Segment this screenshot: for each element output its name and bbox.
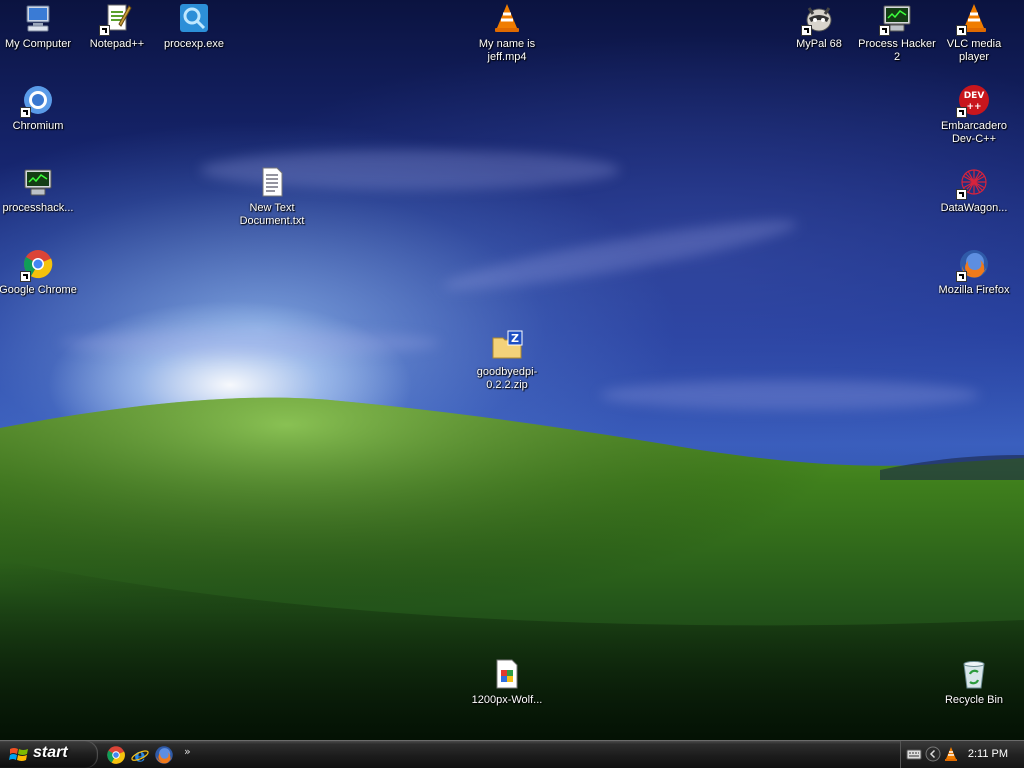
- devcpp-icon: DEV ++: [956, 84, 990, 118]
- shortcut-arrow-icon: [879, 25, 890, 36]
- computer-icon: [22, 2, 54, 34]
- icon-label: goodbyedpi-0.2.2.zip: [476, 366, 538, 391]
- keyboard-icon[interactable]: [906, 746, 922, 762]
- shortcut-arrow-icon: [20, 271, 31, 282]
- icon-label: Notepad++: [89, 38, 145, 50]
- desktop-icon-mypal[interactable]: MyPal 68: [779, 2, 859, 51]
- icon-label: Embarcadero Dev-C++: [940, 120, 1008, 145]
- show-hidden-icons-chevron[interactable]: [925, 746, 941, 762]
- icon-label: Chromium: [12, 120, 64, 132]
- svg-text:Z: Z: [511, 332, 519, 345]
- recycle-bin-icon: [958, 658, 990, 690]
- process-hacker-icon: [22, 166, 54, 198]
- firefox-icon: [155, 746, 173, 764]
- desktop-icon-google-chrome[interactable]: Google Chrome: [0, 248, 78, 297]
- desktop-icon-chromium[interactable]: Chromium: [0, 84, 78, 133]
- text-document-icon: [256, 166, 288, 198]
- process-explorer-icon: [178, 2, 210, 34]
- start-button[interactable]: start: [0, 741, 98, 768]
- icon-label: VLC media player: [946, 38, 1002, 63]
- firefox-icon: [956, 248, 990, 282]
- quicklaunch-firefox-button[interactable]: [154, 745, 174, 765]
- icon-label: 1200px-Wolf...: [471, 694, 543, 706]
- desktop-icon-vlc[interactable]: VLC media player: [934, 2, 1014, 64]
- desktop-icon-devcpp[interactable]: DEV ++ Embarcadero Dev-C++: [934, 84, 1014, 146]
- desktop-icon-process-hacker[interactable]: Process Hacker 2: [857, 2, 937, 64]
- svg-text:++: ++: [966, 102, 981, 112]
- vlc-cone-icon: [491, 2, 523, 34]
- shortcut-arrow-icon: [99, 25, 110, 36]
- icon-label: DataWagon...: [940, 202, 1008, 214]
- chrome-icon: [20, 248, 54, 282]
- icon-label: Recycle Bin: [944, 694, 1004, 706]
- datawagon-icon: [956, 166, 990, 200]
- icon-label: My name is jeff.mp4: [478, 38, 536, 63]
- zip-folder-icon: Z: [491, 330, 523, 362]
- start-label: start: [33, 744, 68, 761]
- chrome-icon: [107, 746, 125, 764]
- icon-label: Mozilla Firefox: [938, 284, 1010, 296]
- quicklaunch-chrome-button[interactable]: [106, 745, 126, 765]
- quicklaunch-overflow-chevron[interactable]: »: [184, 745, 191, 758]
- image-file-icon: [491, 658, 523, 690]
- notepad-plus-plus-icon: [99, 2, 133, 36]
- desktop-icon-goodbyedpi[interactable]: Z goodbyedpi-0.2.2.zip: [467, 330, 547, 392]
- icon-label: Google Chrome: [0, 284, 77, 296]
- svg-text:DEV: DEV: [964, 91, 985, 101]
- icon-label: procexp.exe: [164, 38, 224, 50]
- desktop-icon-recycle-bin[interactable]: Recycle Bin: [934, 658, 1014, 707]
- internet-explorer-icon: e: [131, 746, 149, 765]
- shortcut-arrow-icon: [801, 25, 812, 36]
- desktop-icon-wolf-image[interactable]: 1200px-Wolf...: [467, 658, 547, 707]
- desktop-icon-notepadpp[interactable]: Notepad++: [77, 2, 157, 51]
- shortcut-arrow-icon: [956, 25, 967, 36]
- windows-logo-icon: [9, 748, 28, 761]
- icon-label: MyPal 68: [796, 38, 842, 50]
- shortcut-arrow-icon: [956, 189, 967, 200]
- desktop-icon-processhack[interactable]: processhack...: [0, 166, 78, 215]
- system-tray: 2:11 PM: [900, 741, 1024, 768]
- mypal-raccoon-icon: [801, 2, 835, 36]
- quick-launch-bar: e »: [106, 744, 191, 766]
- desktop-icon-datawagon[interactable]: DataWagon...: [934, 166, 1014, 215]
- desktop-icon-new-text-document[interactable]: New Text Document.txt: [232, 166, 312, 228]
- desktop-icon-mozilla-firefox[interactable]: Mozilla Firefox: [934, 248, 1014, 297]
- quicklaunch-internet-explorer-button[interactable]: e: [130, 745, 150, 765]
- icon-label: My Computer: [4, 38, 72, 50]
- icon-label: New Text Document.txt: [239, 202, 305, 227]
- icon-label: Process Hacker 2: [858, 38, 936, 63]
- icon-label: processhack...: [2, 202, 74, 214]
- taskbar-clock[interactable]: 2:11 PM: [968, 748, 1008, 760]
- shortcut-arrow-icon: [20, 107, 31, 118]
- desktop-icon-my-name-is-jeff[interactable]: My name is jeff.mp4: [467, 2, 547, 64]
- shortcut-arrow-icon: [956, 271, 967, 282]
- vlc-tray-icon[interactable]: [943, 746, 959, 762]
- vlc-cone-icon: [956, 2, 990, 36]
- svg-text:e: e: [134, 746, 145, 765]
- desktop-icon-my-computer[interactable]: My Computer: [0, 2, 78, 51]
- taskbar: start e » 2:11 PM: [0, 740, 1024, 768]
- desktop-icon-procexp[interactable]: procexp.exe: [154, 2, 234, 51]
- shortcut-arrow-icon: [956, 107, 967, 118]
- process-hacker-icon: [879, 2, 913, 36]
- chromium-icon: [20, 84, 54, 118]
